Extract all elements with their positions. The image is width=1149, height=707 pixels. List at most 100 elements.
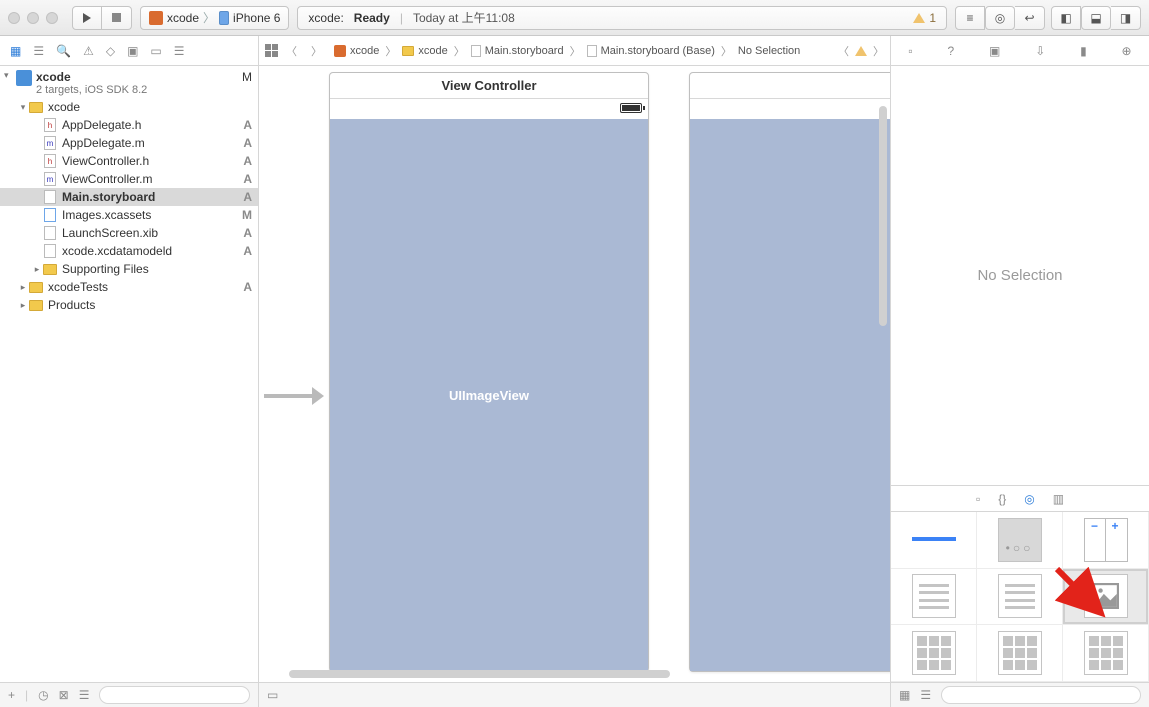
tree-item-xcodetests[interactable]: ▸xcodeTestsA [0, 278, 258, 296]
tree-item-supporting-files[interactable]: ▸Supporting Files [0, 260, 258, 278]
vc2-imageview[interactable]: UIImageVi [690, 119, 890, 671]
tree-item-main-storyboard[interactable]: Main.storyboardA [0, 188, 258, 206]
run-button[interactable] [72, 6, 102, 30]
tree-item-viewcontroller-m[interactable]: mViewController.mA [0, 170, 258, 188]
view-controller-2[interactable]: View Contro UIImageVi [689, 72, 890, 672]
project-navigator-tab[interactable]: ▦ [10, 44, 21, 58]
document-outline-toggle[interactable]: ▭ [267, 688, 278, 702]
tree-item-images-xcassets[interactable]: Images.xcassetsM [0, 206, 258, 224]
report-navigator-tab[interactable]: ☰ [174, 44, 185, 58]
disclosure-triangle[interactable]: ▸ [32, 264, 42, 275]
tree-item-xcode-xcdatamodeld[interactable]: xcode.xcdatamodeldA [0, 242, 258, 260]
lines-icon [912, 574, 956, 618]
close-window-dot[interactable] [8, 12, 20, 24]
jump-bar[interactable]: 〈 〉 xcode 〉 xcode 〉 Main.storyboard 〉 Ma… [259, 36, 890, 65]
img-icon [1084, 574, 1128, 618]
assistant-editor-button[interactable]: ◎ [985, 6, 1015, 30]
media-library-tab[interactable]: ▥ [1053, 492, 1064, 506]
breadcrumb-3[interactable]: Main.storyboard (Base) [583, 45, 719, 57]
status-warning[interactable]: 1 [913, 11, 936, 25]
tree-item-appdelegate-m[interactable]: mAppDelegate.mA [0, 134, 258, 152]
debug-navigator-tab[interactable]: ▣ [127, 44, 138, 58]
add-button[interactable]: + [8, 688, 15, 702]
breakpoint-navigator-tab[interactable]: ▭ [150, 44, 161, 58]
version-editor-button[interactable]: ↩ [1015, 6, 1045, 30]
identity-inspector-tab[interactable]: ▣ [989, 44, 1000, 58]
library-item-img[interactable] [1063, 569, 1149, 626]
breadcrumb-0[interactable]: xcode [330, 45, 383, 57]
canvas-hscrollbar[interactable] [289, 670, 670, 678]
library-item-keys3[interactable] [1063, 625, 1149, 682]
toggle-debug-button[interactable]: ⬓ [1081, 6, 1111, 30]
find-navigator-tab[interactable]: 🔍 [56, 44, 71, 58]
tree-item-xcode[interactable]: ▾xcode [0, 98, 258, 116]
quick-help-tab[interactable]: ? [948, 44, 955, 58]
filter-button[interactable]: ☰ [79, 688, 90, 702]
forward-button[interactable]: 〉 [305, 43, 328, 59]
navigator-filter-input[interactable] [99, 686, 250, 704]
breadcrumb-1[interactable]: xcode [398, 45, 451, 57]
tree-item-products[interactable]: ▸Products [0, 296, 258, 314]
scm-filter-button[interactable]: ⊠ [59, 688, 69, 702]
library-item-keys2[interactable] [977, 625, 1063, 682]
stepper-icon: −+ [1084, 518, 1128, 562]
issue-navigator-tab[interactable]: ⚠ [83, 44, 94, 58]
related-items-icon[interactable] [265, 44, 278, 57]
library-item-slider[interactable] [891, 512, 977, 569]
tree-item-appdelegate-h[interactable]: hAppDelegate.hA [0, 116, 258, 134]
warning-icon[interactable] [855, 46, 867, 56]
vc1-imageview[interactable]: UIImageView [330, 119, 648, 671]
stop-button[interactable] [102, 6, 132, 30]
bottom-bar: + | ◷ ⊠ ☰ ▭ ▦ ☰ [0, 682, 1149, 707]
library-item-lines[interactable] [891, 569, 977, 626]
issues-back[interactable]: 〈 [838, 43, 849, 59]
library-grid-view-button[interactable]: ▦ [899, 688, 910, 702]
attributes-inspector-tab[interactable]: ⇩ [1035, 44, 1045, 58]
file-template-library-tab[interactable]: ▫ [976, 492, 980, 506]
standard-editor-button[interactable]: ≡ [955, 6, 985, 30]
folder-icon [42, 262, 58, 276]
scheme-selector[interactable]: xcode 〉 iPhone 6 [140, 6, 289, 30]
library-item-keys[interactable] [891, 625, 977, 682]
disclosure-triangle[interactable]: ▸ [18, 282, 28, 293]
object-library-tab[interactable]: ◎ [1024, 492, 1034, 506]
utilities-panel: No Selection ▫ {} ◎ ▥ •○○−+ [890, 66, 1149, 682]
library-filter-input[interactable] [941, 686, 1141, 704]
recent-filter-button[interactable]: ◷ [38, 688, 48, 702]
run-stop-group [72, 6, 132, 30]
connections-inspector-tab[interactable]: ⊕ [1122, 44, 1132, 58]
library-item-stepper[interactable]: −+ [1063, 512, 1149, 569]
back-button[interactable]: 〈 [280, 43, 303, 59]
issues-forward[interactable]: 〉 [873, 43, 884, 59]
canvas-vscrollbar[interactable] [879, 106, 887, 326]
disclosure-triangle[interactable]: ▸ [18, 300, 28, 311]
project-header[interactable]: ▾ xcode 2 targets, iOS SDK 8.2 M [0, 66, 258, 98]
warning-icon [913, 13, 925, 23]
file-name: xcodeTests [48, 280, 236, 294]
library-item-lines2[interactable] [977, 569, 1063, 626]
window-traffic-lights[interactable] [8, 12, 58, 24]
disclosure-triangle[interactable]: ▾ [18, 102, 28, 113]
project-navigator[interactable]: ▾ xcode 2 targets, iOS SDK 8.2 M ▾xcodeh… [0, 66, 259, 682]
zoom-window-dot[interactable] [46, 12, 58, 24]
tree-item-launchscreen-xib[interactable]: LaunchScreen.xibA [0, 224, 258, 242]
breadcrumb-2[interactable]: Main.storyboard [467, 45, 568, 57]
object-library-grid[interactable]: •○○ −+ [891, 512, 1149, 682]
toggle-utilities-button[interactable]: ◨ [1111, 6, 1141, 30]
view-controller-1[interactable]: View Controller UIImageView [329, 72, 649, 672]
file-inspector-tab[interactable]: ▫ [908, 44, 912, 58]
tree-item-viewcontroller-h[interactable]: hViewController.hA [0, 152, 258, 170]
library-list-view-button[interactable]: ☰ [920, 688, 931, 702]
test-navigator-tab[interactable]: ◇ [106, 44, 115, 58]
toggle-navigator-button[interactable]: ◧ [1051, 6, 1081, 30]
breadcrumb-4[interactable]: No Selection [734, 45, 804, 57]
storyboard-canvas[interactable]: View Controller UIImageView View Contro … [259, 66, 890, 682]
symbol-navigator-tab[interactable]: ☰ [33, 44, 44, 58]
library-item-page[interactable]: •○○ [977, 512, 1063, 569]
titlebar: xcode 〉 iPhone 6 xcode: Ready | Today at… [0, 0, 1149, 36]
minimize-window-dot[interactable] [27, 12, 39, 24]
chevron-right-icon: 〉 [203, 9, 215, 26]
code-snippet-library-tab[interactable]: {} [998, 492, 1006, 506]
scm-status: M [236, 208, 252, 222]
size-inspector-tab[interactable]: ▮ [1080, 44, 1087, 58]
